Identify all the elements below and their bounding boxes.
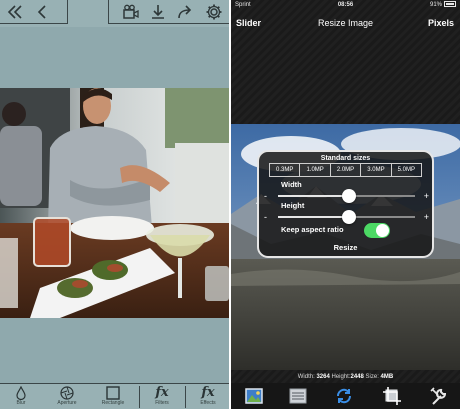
blur-tool[interactable]: Blur [0,384,42,409]
height-info-label: Height: [331,374,351,380]
share-arrow-icon[interactable] [176,3,194,21]
aperture-tool[interactable]: Aperture [46,384,88,409]
width-fill [278,195,350,197]
height-slider[interactable]: - + [264,210,429,224]
fx-icon: fx [155,385,169,400]
aperture-icon [59,386,75,400]
left-top-toolbar [0,0,229,27]
double-chevron-left-icon[interactable] [6,3,24,21]
battery-icon [444,1,456,8]
minus-icon: - [264,212,267,222]
sync-icon[interactable] [334,386,354,406]
battery-status: 91% [430,0,456,11]
toolbar-divider [185,386,186,408]
battery-percent: 91% [429,2,442,8]
height-label: Height [281,201,305,210]
size-option[interactable]: 0.3MP [270,164,301,176]
video-camera-icon[interactable] [122,3,140,21]
page-title: Resize Image [317,18,374,28]
keep-aspect-label: Keep aspect ratio [281,225,344,234]
chevron-left-icon[interactable] [33,3,51,21]
tool-label: Rectangle [101,400,125,406]
width-track [278,189,415,203]
fx-icon: fx [201,385,215,400]
effects-tool[interactable]: fx Effects [187,384,229,409]
list-icon[interactable] [288,386,308,406]
tool-label: Filters [155,400,169,406]
droplet-icon [13,385,29,401]
resize-button[interactable]: Resize [259,243,432,252]
width-info-value: 3264 [316,374,330,380]
rectangle-tool[interactable]: Rectangle [92,384,134,409]
size-option[interactable]: 1.0MP [300,164,331,176]
width-slider-knob[interactable] [342,189,357,203]
nav-bar: Slider Resize Image Pixels [231,13,460,33]
pixels-button[interactable]: Pixels [428,13,454,33]
filters-tool[interactable]: fx Filters [141,384,183,409]
left-app: Blur Aperture Rectangle fx Filters fx Ef… [0,0,229,409]
width-info-label: Width: [297,374,315,380]
standard-sizes-title: Standard sizes [320,155,371,162]
plus-icon: + [423,191,429,201]
height-slider-knob[interactable] [342,210,357,224]
width-label: Width [281,180,302,189]
clock: 08:56 [337,2,354,8]
right-bottom-toolbar [231,383,460,409]
size-option[interactable]: 2.0MP [331,164,362,176]
height-fill [278,216,350,218]
toolbar-divider [139,386,140,408]
photo-icon[interactable] [244,386,264,406]
standard-sizes-segmented: 0.3MP 1.0MP 2.0MP 3.0MP 5.0MP [269,163,422,177]
resize-panel: Standard sizes 0.3MP 1.0MP 2.0MP 3.0MP 5… [257,150,434,258]
tool-label: Effects [200,400,216,406]
split-screenshot: Blur Aperture Rectangle fx Filters fx Ef… [0,0,460,409]
left-bottom-toolbar: Blur Aperture Rectangle fx Filters fx Ef… [0,383,229,409]
square-icon [105,386,121,400]
tool-label: Aperture [57,400,77,406]
size-info-label: Size: [365,374,379,380]
edited-photo [0,88,229,318]
keep-aspect-toggle[interactable] [364,223,390,238]
status-bar: Sprint 08:56 91% [231,0,460,11]
plus-icon: + [423,212,429,222]
height-track [278,210,415,224]
gear-icon[interactable] [205,3,223,21]
right-app: Sprint 08:56 91% Slider Resize Image Pix… [231,0,460,409]
size-option[interactable]: 3.0MP [361,164,392,176]
size-option[interactable]: 5.0MP [392,164,421,176]
image-info: Width: 3264 Height:2448 Size: 4MB [231,372,460,382]
crop-icon[interactable] [382,386,402,406]
minus-icon: - [264,191,267,201]
wrench-icon[interactable] [429,386,449,406]
tool-label: Blur [16,400,26,406]
height-info-value: 2448 [350,374,364,380]
size-info-value: 4MB [380,374,394,380]
download-icon[interactable] [149,3,167,21]
